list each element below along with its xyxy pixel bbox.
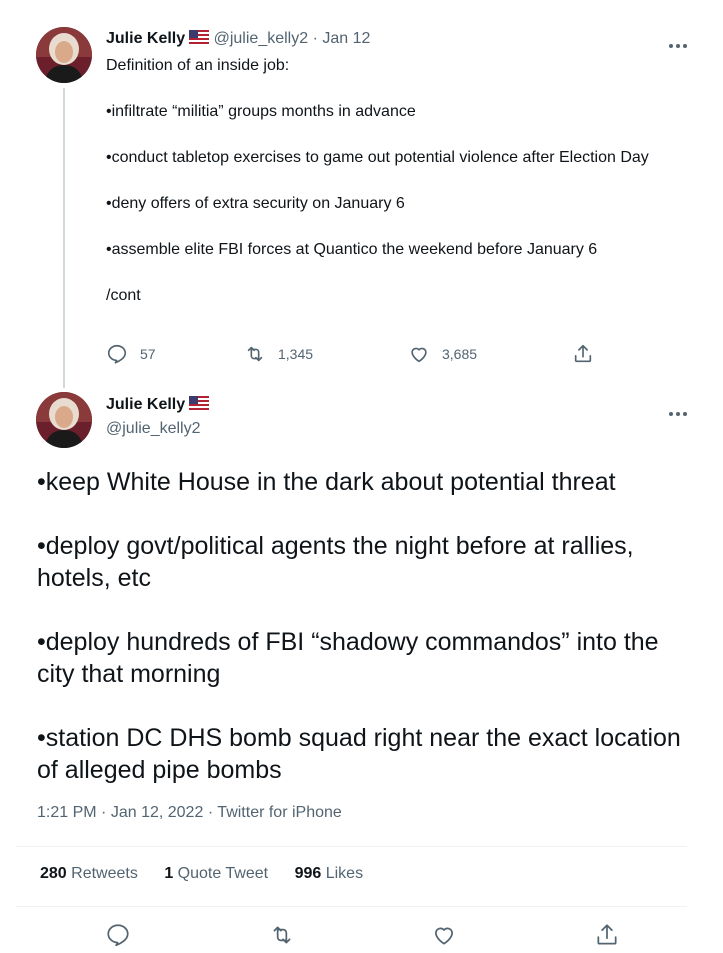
display-name[interactable]: Julie Kelly (106, 396, 185, 413)
quote-label: Quote Tweet (177, 865, 269, 882)
tweet-line: •keep White House in the dark about pote… (37, 468, 616, 496)
avatar[interactable] (36, 27, 92, 83)
tweet-line: •assemble elite FBI forces at Quantico t… (106, 241, 598, 258)
tweet-line: •deploy hundreds of FBI “shadowy command… (37, 628, 659, 688)
tweet-line: •deploy govt/political agents the night … (37, 532, 634, 592)
share-button[interactable] (572, 342, 594, 366)
tweet-line: •station DC DHS bomb squad right near th… (37, 724, 681, 784)
thread-line (63, 88, 65, 388)
like-icon (411, 347, 427, 363)
user-handle[interactable]: @julie_kelly2 (214, 30, 309, 47)
tweet-line: •deny offers of extra security on Januar… (106, 195, 405, 212)
likes-count: 996 (294, 865, 322, 882)
tweet-line: /cont (106, 287, 141, 304)
tweet-full-date[interactable]: Jan 12, 2022 (111, 804, 204, 821)
separator: · (312, 30, 318, 47)
retweets-count: 280 (40, 865, 67, 882)
tweet-line: Definition of an inside job: (106, 57, 290, 74)
reply-button[interactable] (105, 922, 131, 948)
retweet-icon (247, 346, 263, 362)
likes-stat[interactable]: 996 Likes (295, 865, 364, 882)
display-name-row: Julie Kelly (106, 396, 210, 414)
tweet-header: Julie Kelly @julie_kelly2 · Jan 12 (106, 30, 370, 48)
more-icon[interactable] (668, 404, 688, 416)
reply-icon (107, 344, 127, 364)
retweet-button[interactable] (269, 922, 295, 948)
retweet-count: 1,345 (278, 346, 314, 362)
tweet-line: •conduct tabletop exercises to game out … (106, 149, 649, 166)
user-handle[interactable]: @julie_kelly2 (106, 420, 201, 438)
avatar[interactable] (36, 392, 92, 448)
reply-count: 57 (140, 346, 156, 362)
tweet-text: •keep White House in the dark about pote… (37, 466, 687, 786)
likes-label: Likes (325, 865, 364, 882)
tweet-text: Definition of an inside job: •infiltrate… (106, 54, 686, 307)
quote-tweets-stat[interactable]: 1 Quote Tweet (164, 865, 268, 882)
more-icon[interactable] (668, 36, 688, 48)
us-flag-icon (189, 396, 210, 410)
quote-count: 1 (164, 865, 174, 882)
divider (16, 846, 687, 847)
retweets-stat[interactable]: 280 Retweets (40, 865, 138, 882)
divider (16, 906, 687, 907)
tweet-source[interactable]: Twitter for iPhone (217, 804, 342, 821)
engagement-stats: 280 Retweets 1 Quote Tweet 996 Likes (40, 865, 385, 883)
like-button[interactable] (431, 922, 457, 948)
tweet-date[interactable]: Jan 12 (322, 30, 370, 47)
us-flag-icon (189, 30, 210, 44)
retweet-button[interactable]: 1,345 (244, 342, 313, 366)
tweet-metadata: 1:21 PM · Jan 12, 2022 · Twitter for iPh… (37, 804, 342, 821)
share-icon (574, 344, 592, 363)
tweet-actions: 57 1,345 3,685 (106, 342, 606, 366)
retweets-label: Retweets (71, 865, 138, 882)
retweet-icon (273, 926, 291, 944)
reply-icon (107, 924, 129, 947)
tweet-time[interactable]: 1:21 PM (37, 804, 97, 821)
like-icon (435, 927, 453, 945)
tweet-line: •infiltrate “militia” groups months in a… (106, 103, 416, 120)
display-name[interactable]: Julie Kelly (106, 30, 185, 47)
share-button[interactable] (594, 922, 620, 948)
reply-button[interactable]: 57 (106, 342, 156, 366)
like-button[interactable]: 3,685 (408, 342, 477, 366)
like-count: 3,685 (442, 346, 478, 362)
share-icon (597, 924, 617, 945)
